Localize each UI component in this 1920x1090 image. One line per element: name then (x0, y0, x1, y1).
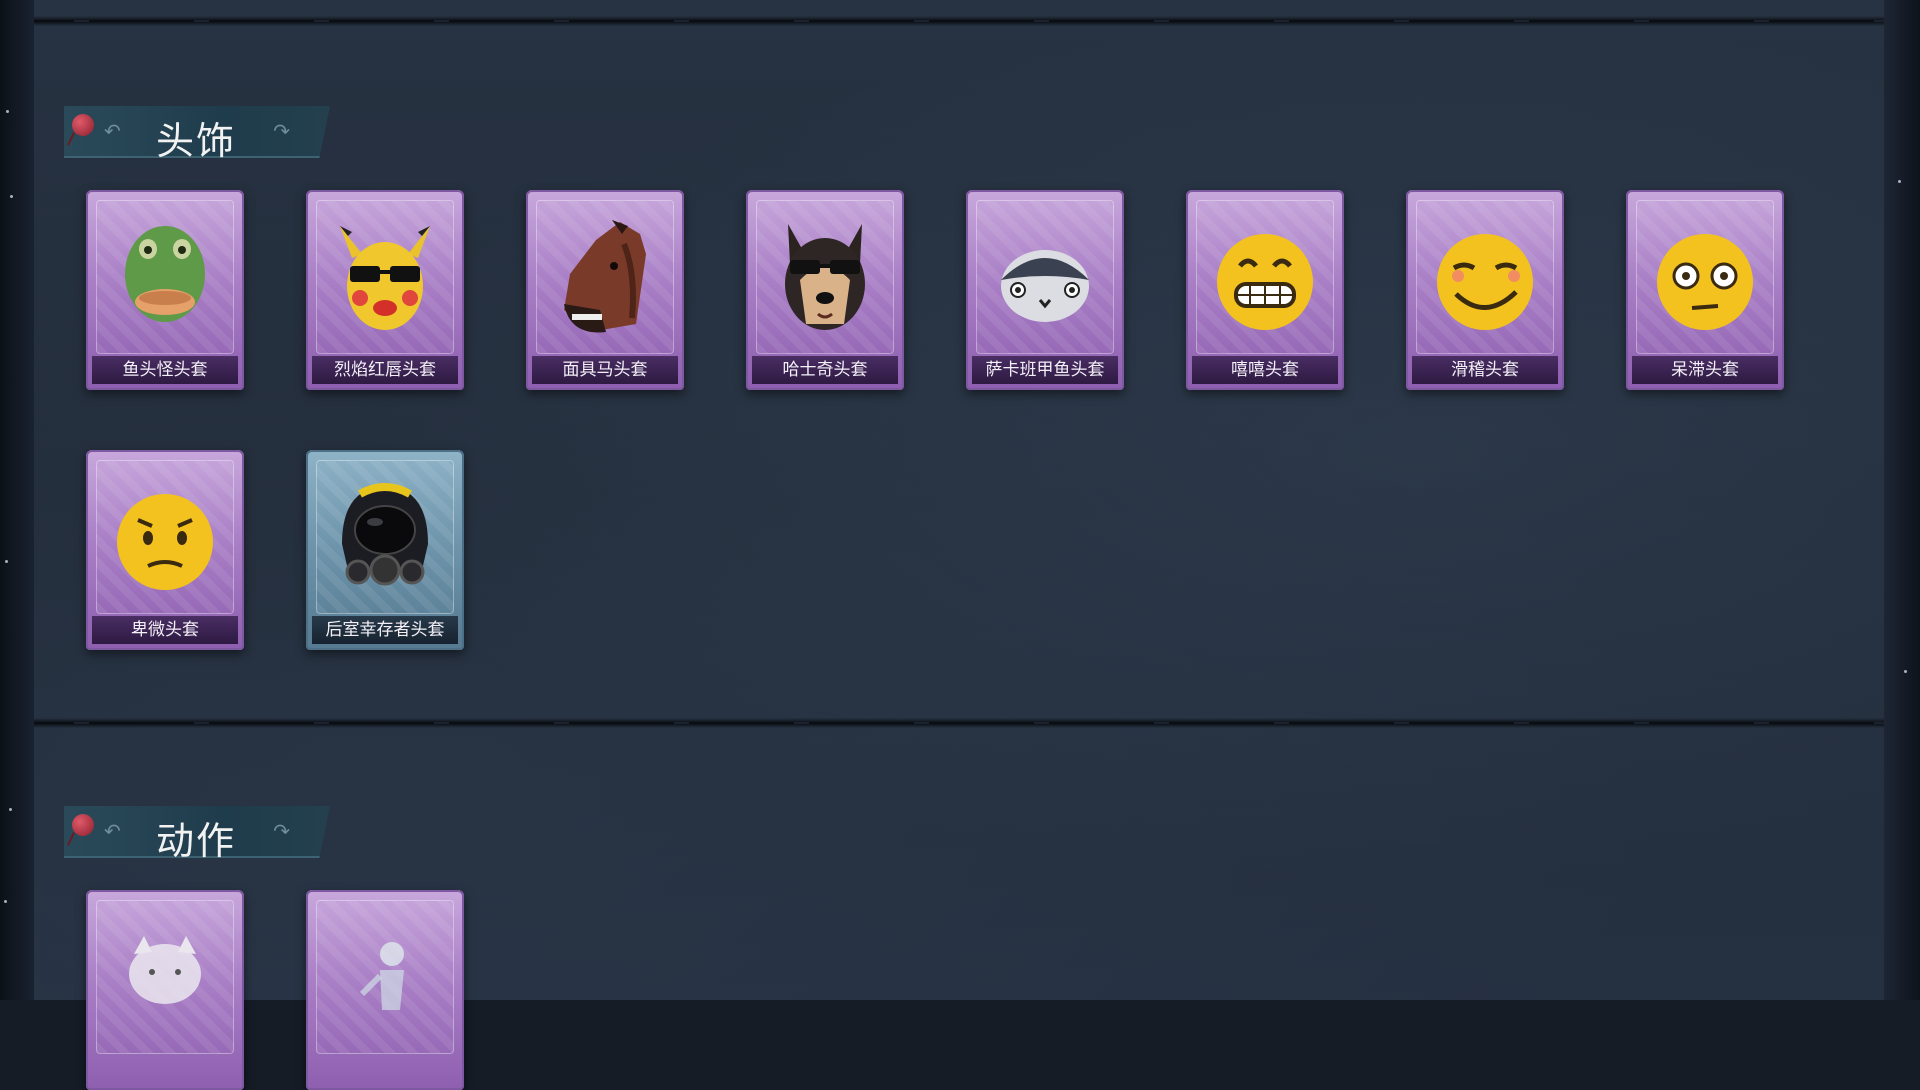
star-dot (5, 560, 8, 563)
section-header-headwear: ↶ 头饰 ↷ (64, 106, 330, 158)
item-card-husky[interactable]: 哈士奇头套 (746, 190, 904, 390)
item-card-action-2[interactable] (306, 890, 464, 1090)
ornament-icon: ↷ (273, 819, 290, 843)
item-name: 卑微头套 (92, 616, 238, 644)
pin-icon (72, 814, 94, 836)
right-background-edge (1884, 0, 1920, 1000)
item-name: 滑稽头套 (1412, 356, 1558, 384)
item-name: 后室幸存者头套 (312, 616, 458, 644)
item-card-fish-head[interactable]: 鱼头怪头套 (86, 190, 244, 390)
star-dot (10, 195, 13, 198)
item-name: 烈焰红唇头套 (312, 356, 458, 384)
left-background-edge (0, 0, 34, 1000)
item-name: 鱼头怪头套 (92, 356, 238, 384)
item-card-dazed[interactable]: 呆滞头套 (1626, 190, 1784, 390)
star-dot (1898, 180, 1901, 183)
section-title: 头饰 (156, 119, 237, 163)
ornament-icon: ↷ (273, 119, 290, 143)
item-name: 嘻嘻头套 (1192, 356, 1338, 384)
item-card-pleading[interactable]: 卑微头套 (86, 450, 244, 650)
star-dot (4, 900, 7, 903)
smirk-emoji-mask-icon (1430, 214, 1540, 339)
yellow-creature-sunglasses-mask-icon (330, 214, 440, 339)
grinning-emoji-mask-icon (1210, 214, 1320, 339)
figure-emote-icon (330, 914, 440, 1039)
star-dot (6, 110, 9, 113)
sacabambaspis-mask-icon (990, 214, 1100, 339)
husky-sunglasses-mask-icon (770, 214, 880, 339)
cat-emote-icon (110, 914, 220, 1039)
section-header-actions: ↶ 动作 ↷ (64, 806, 330, 858)
item-card-grinning[interactable]: 嘻嘻头套 (1186, 190, 1344, 390)
item-card-sacabambaspis[interactable]: 萨卡班甲鱼头套 (966, 190, 1124, 390)
item-card-smirk[interactable]: 滑稽头套 (1406, 190, 1564, 390)
section-title: 动作 (156, 819, 237, 863)
gas-mask-helmet-icon (330, 474, 440, 599)
item-card-action-1[interactable] (86, 890, 244, 1090)
item-name: 萨卡班甲鱼头套 (972, 356, 1118, 384)
item-name: 面具马头套 (532, 356, 678, 384)
top-divider (34, 16, 1884, 26)
item-name: 哈士奇头套 (752, 356, 898, 384)
ornament-icon: ↶ (104, 119, 121, 143)
horse-head-mask-icon (550, 214, 660, 339)
section-divider (34, 718, 1884, 728)
ornament-icon: ↶ (104, 819, 121, 843)
item-name: 呆滞头套 (1632, 356, 1778, 384)
item-card-horse-head[interactable]: 面具马头套 (526, 190, 684, 390)
item-card-backrooms-survivor[interactable]: 后室幸存者头套 (306, 450, 464, 650)
pleading-emoji-mask-icon (110, 474, 220, 599)
pin-icon (72, 114, 94, 136)
star-dot (1904, 670, 1907, 673)
item-card-red-lips[interactable]: 烈焰红唇头套 (306, 190, 464, 390)
dazed-emoji-mask-icon (1650, 214, 1760, 339)
fish-head-mask-icon (110, 214, 220, 339)
star-dot (9, 808, 12, 811)
